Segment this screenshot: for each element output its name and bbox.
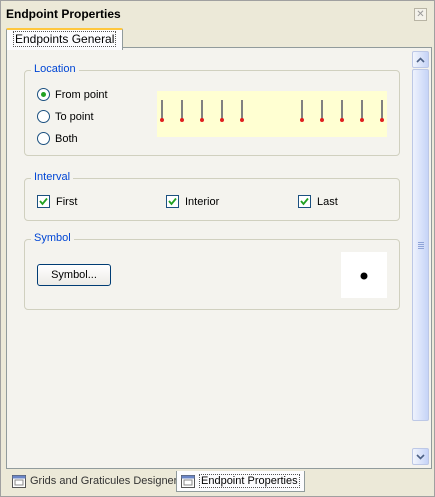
radio-both[interactable]: Both	[37, 132, 78, 145]
chevron-down-icon	[416, 453, 425, 460]
chevron-up-icon	[416, 56, 425, 63]
checkbox[interactable]	[37, 195, 50, 208]
interval-group: Interval First Interior Last	[24, 171, 400, 221]
tab-label: Grids and Graticules Designer	[30, 475, 178, 487]
checkmark-icon	[168, 197, 177, 206]
radio-button[interactable]	[37, 88, 50, 101]
radio-button[interactable]	[37, 132, 50, 145]
scroll-down-button[interactable]	[412, 448, 429, 465]
scroll-up-button[interactable]	[412, 51, 429, 68]
radio-label: To point	[55, 110, 94, 123]
title-bar[interactable]: Endpoint Properties ✕	[2, 2, 433, 24]
location-group-label: Location	[31, 63, 79, 75]
radio-to-point[interactable]: To point	[37, 110, 94, 123]
radio-button[interactable]	[37, 110, 50, 123]
vertical-scrollbar[interactable]	[412, 51, 429, 465]
checkbox-label: Interior	[185, 195, 220, 208]
location-group: Location From point To point Both	[24, 63, 400, 156]
window-icon	[12, 474, 26, 488]
grip-icon	[417, 241, 424, 249]
endpoint-preview-graphic	[160, 100, 384, 122]
tab-label: Endpoints General	[13, 31, 117, 47]
radio-from-point[interactable]: From point	[37, 88, 108, 101]
symbol-button[interactable]: Symbol...	[37, 264, 111, 286]
window-frame: Endpoint Properties ✕ Endpoints General …	[0, 0, 435, 497]
window-title: Endpoint Properties	[6, 7, 121, 21]
scroll-content: Location From point To point Both Interv…	[7, 48, 412, 468]
checkbox-last[interactable]: Last	[298, 195, 338, 208]
symbol-button-label: Symbol...	[51, 269, 97, 281]
symbol-group-label: Symbol	[31, 232, 74, 244]
tab-grids-and-graticules-designer[interactable]: Grids and Graticules Designer	[8, 472, 181, 490]
radio-label: From point	[55, 88, 108, 101]
location-preview	[157, 91, 387, 137]
dot-symbol-icon	[360, 272, 368, 280]
tab-endpoint-properties[interactable]: Endpoint Properties	[176, 471, 305, 492]
checkbox-label: Last	[317, 195, 338, 208]
checkbox[interactable]	[298, 195, 311, 208]
checkbox[interactable]	[166, 195, 179, 208]
checkbox-first[interactable]: First	[37, 195, 77, 208]
tab-panel: Location From point To point Both Interv…	[6, 47, 432, 469]
checkbox-label: First	[56, 195, 78, 208]
symbol-preview	[341, 252, 387, 298]
close-button[interactable]: ✕	[414, 8, 427, 21]
radio-label: Both	[55, 132, 78, 145]
close-icon: ✕	[416, 8, 425, 20]
interval-group-label: Interval	[31, 171, 74, 183]
window-icon	[181, 474, 195, 488]
symbol-group: Symbol Symbol...	[24, 232, 400, 310]
checkbox-interior[interactable]: Interior	[166, 195, 219, 208]
left-tick-group	[160, 100, 244, 122]
right-tick-group	[300, 100, 384, 122]
checkmark-icon	[39, 197, 48, 206]
bottom-tab-strip: Grids and Graticules Designer Endpoint P…	[6, 471, 430, 493]
tab-endpoints-general[interactable]: Endpoints General	[6, 28, 124, 50]
checkmark-icon	[300, 197, 309, 206]
tab-label: Endpoint Properties	[199, 474, 300, 488]
scroll-thumb[interactable]	[412, 69, 429, 421]
